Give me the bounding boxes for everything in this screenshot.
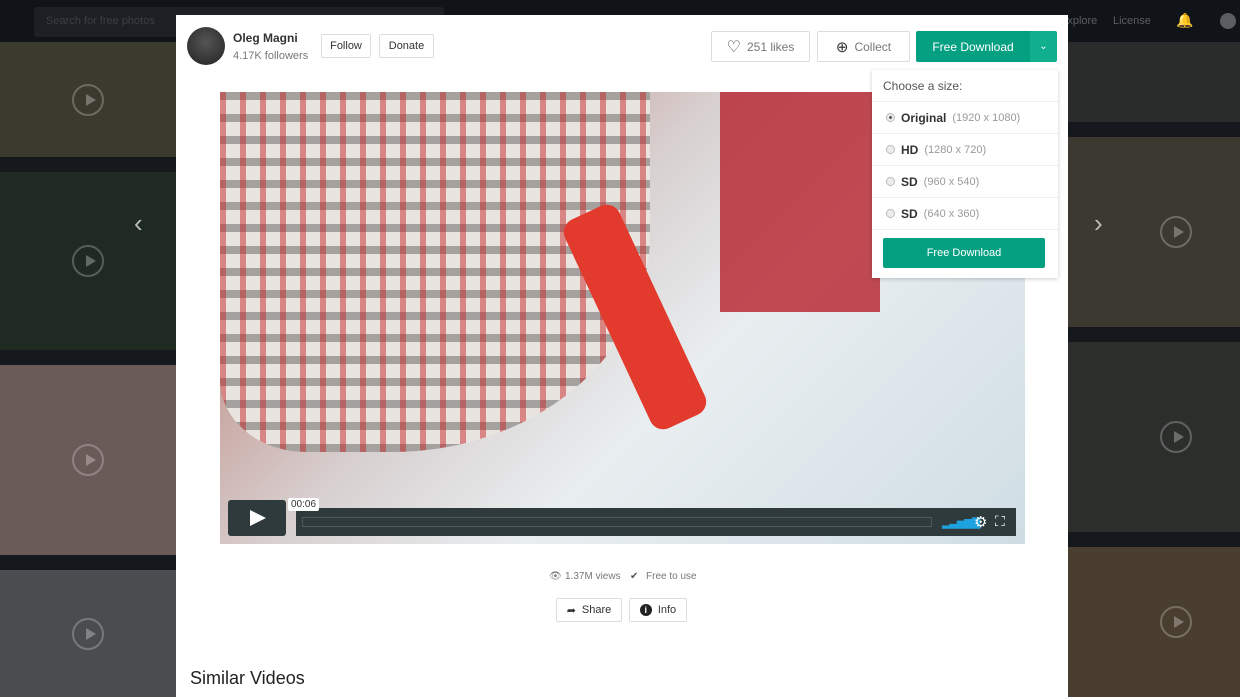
donate-label: Donate (388, 40, 425, 52)
play-button[interactable] (228, 500, 286, 536)
chevron-down-icon: ⌄ (1039, 41, 1048, 52)
info-icon: i (639, 604, 652, 616)
likes-count: 251 likes (746, 39, 795, 54)
follow-button[interactable]: Follow (321, 34, 371, 58)
author-followers: 4.17K followers (233, 50, 309, 62)
author-avatar[interactable] (187, 27, 225, 65)
play-icon (1160, 216, 1192, 248)
radio[interactable] (886, 177, 895, 186)
collect-label: Collect (854, 39, 892, 54)
player-control-bar: ▂▃▅▆▇ ⚙ ⛶ (296, 508, 1016, 536)
download-size-dropdown: Choose a size: Original (1920 x 1080) HD (… (872, 70, 1058, 278)
free-download-button[interactable]: Free Download (916, 31, 1030, 62)
share-label: Share (581, 604, 612, 616)
license-text: Free to use (646, 571, 697, 582)
previous-arrow-icon[interactable]: ‹ (134, 208, 143, 239)
video-frame-shape (720, 92, 880, 312)
info-label: Info (657, 604, 677, 616)
radio-selected[interactable] (886, 113, 895, 122)
option-size: (640 x 360) (923, 207, 980, 220)
radio[interactable] (886, 209, 895, 218)
option-size: (1920 x 1080) (952, 111, 1021, 124)
play-icon (1160, 606, 1192, 638)
fullscreen-icon[interactable]: ⛶ (995, 513, 1005, 530)
share-button[interactable]: ➦ Share (556, 598, 622, 622)
donate-button[interactable]: Donate (379, 34, 434, 58)
background-video-tile[interactable] (0, 172, 176, 350)
play-icon (72, 83, 104, 116)
size-option-sd-640[interactable]: SD (640 x 360) (872, 198, 1058, 230)
option-label: Original (901, 110, 947, 125)
author-name[interactable]: Oleg Magni (233, 31, 298, 45)
option-label: SD (901, 174, 918, 189)
download-size-toggle[interactable]: ⌄ (1030, 31, 1057, 62)
info-button[interactable]: i Info (629, 598, 687, 622)
check-circle-icon: ✔ (630, 571, 639, 582)
follow-label: Follow (330, 40, 362, 52)
option-size: (960 x 540) (923, 175, 980, 188)
play-icon (1160, 421, 1192, 453)
collect-button[interactable]: ⊕ Collect (817, 31, 910, 62)
dropdown-title: Choose a size: (872, 70, 1058, 102)
option-size: (1280 x 720) (924, 143, 987, 156)
bell-icon[interactable]: 🔔 (1176, 12, 1193, 29)
download-label: Free Download (932, 39, 1014, 54)
play-icon (72, 617, 104, 650)
user-avatar[interactable] (1220, 13, 1236, 29)
time-tooltip: 00:06 (288, 498, 320, 511)
eye-icon: 👁 (549, 571, 562, 582)
gear-icon[interactable]: ⚙ (974, 513, 987, 531)
download-label: Free Download (926, 247, 1002, 259)
background-video-tile[interactable] (0, 570, 176, 697)
seek-bar[interactable] (302, 517, 932, 527)
background-video-tile[interactable] (1068, 342, 1240, 532)
play-icon (72, 444, 104, 476)
option-label: HD (901, 142, 919, 157)
plus-circle-icon: ⊕ (835, 38, 849, 56)
option-label: SD (901, 206, 918, 221)
heart-icon: ♡ (726, 38, 741, 56)
nav-license[interactable]: License (1113, 15, 1151, 27)
size-option-original[interactable]: Original (1920 x 1080) (872, 102, 1058, 134)
views-count: 1.37M views (565, 571, 621, 582)
next-arrow-icon[interactable]: › (1094, 208, 1103, 239)
radio[interactable] (886, 145, 895, 154)
share-icon: ➦ (566, 604, 576, 617)
dropdown-free-download-button[interactable]: Free Download (883, 238, 1045, 268)
background-video-tile[interactable] (1068, 547, 1240, 697)
similar-videos-heading: Similar Videos (190, 668, 305, 688)
background-video-tile[interactable] (0, 365, 176, 555)
background-video-tile[interactable] (0, 42, 176, 157)
background-video-tile[interactable] (1068, 42, 1240, 122)
like-button[interactable]: ♡ 251 likes (711, 31, 810, 62)
play-icon (72, 245, 104, 277)
size-option-hd[interactable]: HD (1280 x 720) (872, 134, 1058, 166)
size-option-sd-960[interactable]: SD (960 x 540) (872, 166, 1058, 198)
